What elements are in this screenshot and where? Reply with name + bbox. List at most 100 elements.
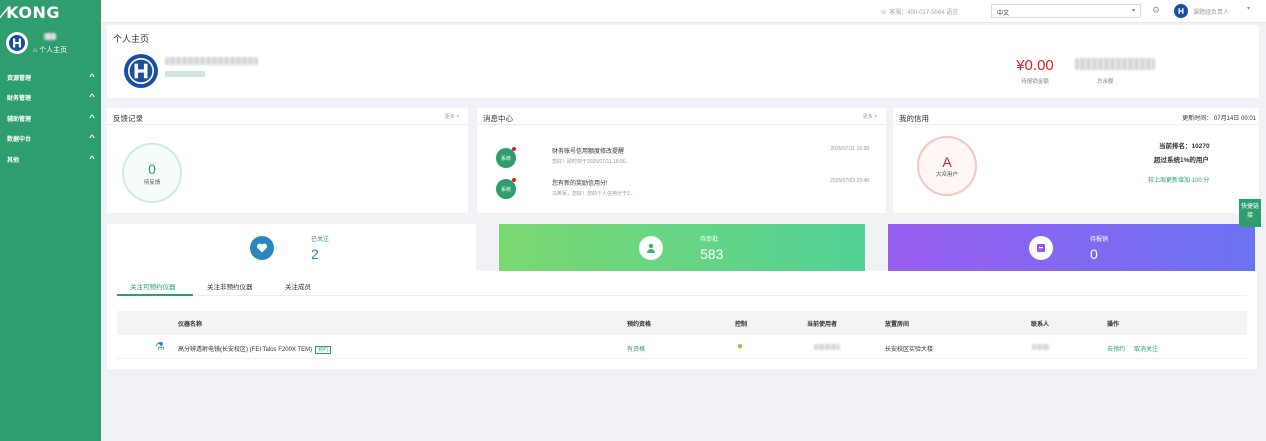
system-icon: 系统 <box>496 148 516 168</box>
stat-pending-review[interactable]: 待审批 583 <box>499 224 865 271</box>
tab-members[interactable]: 关注成员 <box>285 281 311 291</box>
message-time: 2025/07/11 16:38 <box>830 146 869 152</box>
page-title: 个人主页 <box>113 34 150 44</box>
column-header: 操作 <box>1107 322 1120 328</box>
message-item[interactable]: 系统 您有新的奖励信用分! 马英军，您好！您的个人信用分于2... 2025/0… <box>477 174 886 204</box>
card-title: 我的信用 <box>899 114 929 123</box>
stat-label: 待报销 <box>1090 237 1109 243</box>
sidebar-item-label: 财务管理 <box>7 96 32 103</box>
instrument-name-cell: 高分辨透射电镜(长安校区) (FEI Talos F200X TEM) 预约 <box>178 344 332 354</box>
service-text: 客服：400-017-5664 语言 <box>889 10 959 16</box>
instrument-name[interactable]: 高分辨透射电镜(长安校区) (FEI Talos F200X TEM) <box>178 347 312 353</box>
credit-increase: 较上周更新增加 100 分 <box>1148 178 1210 184</box>
profile-avatar <box>124 54 158 88</box>
sidebar-item-label: 个人主页 <box>39 47 68 54</box>
table-row[interactable]: ⚗ 高分辨透射电镜(长安校区) (FEI Talos F200X TEM) 预约 … <box>117 335 1247 359</box>
sidebar-item-other[interactable]: 其他 ^ <box>0 149 101 170</box>
card-title: 反馈记录 <box>113 114 143 123</box>
stat-label: 待审批 <box>700 237 719 243</box>
column-header: 控制 <box>735 322 748 328</box>
app-logo[interactable]: ⁄KONG <box>3 3 60 22</box>
message-center-card: 消息中心 更多 > 系统 财务账号信用额度修改提醒 您好！即时刻于2025/07… <box>477 108 886 213</box>
credit-grade-label: 大众用户 <box>935 172 958 178</box>
column-header: 预约资格 <box>627 322 652 328</box>
user-icon <box>639 236 663 260</box>
sidebar-item-resource[interactable]: 资源管理 ^ <box>0 67 101 88</box>
card-title: 消息中心 <box>483 114 513 123</box>
message-title: 您有新的奖励信用分! <box>552 181 608 187</box>
tab-bookable[interactable]: 关注可预约仪器 <box>130 281 176 291</box>
quick-links-button[interactable]: 快捷链接 <box>1239 199 1261 227</box>
service-hotline: ☏ 客服：400-017-5664 语言 <box>880 7 958 16</box>
user-role[interactable]: 课题组负责人 <box>1193 7 1229 16</box>
control-icon[interactable]: ● <box>737 341 743 352</box>
column-header: 放置房间 <box>885 322 910 328</box>
headset-icon: ☏ <box>880 10 888 16</box>
message-title: 财务账号信用额度修改提醒 <box>552 149 625 155</box>
balance-value: ¥0.00 <box>1016 57 1054 74</box>
sidebar-menu: 资源管理 ^ 财务管理 ^ 辅助管理 ^ 数据中台 ^ 其他 ^ <box>0 67 101 170</box>
sidebar-item-finance[interactable]: 财务管理 ^ <box>0 88 101 109</box>
profile-sub-blurred <box>165 71 205 77</box>
chevron-up-icon: ^ <box>89 135 95 143</box>
unread-dot <box>512 178 516 182</box>
stat-value: 583 <box>700 246 724 262</box>
sidebar-item-data[interactable]: 数据中台 ^ <box>0 129 101 150</box>
chevron-up-icon: ^ <box>89 114 95 122</box>
chevron-down-icon: ▾ <box>1131 8 1135 14</box>
book-link[interactable]: 去预约 <box>1107 344 1125 353</box>
credit-rank: 当前排名：10270 <box>1159 143 1210 150</box>
credit-card: 我的信用 更新时间： 07月14日 00:01 A 大众用户 当前排名：1027… <box>893 108 1259 213</box>
chevron-up-icon: ^ <box>89 94 95 102</box>
room-cell: 长安校区实验大楼 <box>885 347 934 353</box>
message-body: 马英军，您好！您的个人信用分于2... <box>552 191 634 197</box>
gear-icon[interactable]: ⚙ <box>1152 5 1160 16</box>
more-link[interactable]: 更多 > <box>863 113 877 120</box>
user-logo-icon <box>128 58 154 84</box>
column-header: 当前使用者 <box>807 322 838 328</box>
user-logo-icon <box>9 35 25 51</box>
user-name-blurred <box>44 33 56 40</box>
feedback-card: 反馈记录 更多 > 0 待反馈 <box>107 108 468 213</box>
bookable-tag: 预约 <box>315 346 332 354</box>
user-logo-icon <box>1178 8 1184 14</box>
sidebar-item-label: 数据中台 <box>7 137 32 144</box>
credit-percent: 超过系统1%的用户 <box>1154 157 1209 164</box>
language-value: 中文 <box>997 11 1010 17</box>
receipt-icon <box>1029 236 1053 260</box>
more-link[interactable]: 更多 > <box>445 113 459 120</box>
profile-name-blurred <box>165 57 258 65</box>
feedback-count-circle[interactable]: 0 待反馈 <box>122 143 182 203</box>
stat-value: 2 <box>311 246 319 262</box>
top-bar: ☏ 客服：400-017-5664 语言 中文 ▾ ⚙ 课题组负责人 ▾ <box>101 0 1266 23</box>
tab-non-bookable[interactable]: 关注非预约仪器 <box>207 281 253 291</box>
caret-down-icon[interactable]: ▾ <box>1247 5 1250 12</box>
card-header: 我的信用 更新时间： 07月14日 00:01 <box>893 108 1259 125</box>
stat-followed[interactable]: 已关注 2 <box>107 224 476 271</box>
stat-value: 0 <box>1090 246 1098 262</box>
sidebar-item-assist[interactable]: 辅助管理 ^ <box>0 108 101 129</box>
chevron-up-icon: ^ <box>89 155 95 163</box>
message-item[interactable]: 系统 财务账号信用额度修改提醒 您好！即时刻于2025/07/11 16:56.… <box>477 143 886 173</box>
card-header: 消息中心 更多 > <box>477 108 886 125</box>
avatar[interactable] <box>6 32 28 54</box>
unread-dot <box>512 147 516 151</box>
total-balance-blurred <box>1075 58 1155 70</box>
heart-icon <box>250 236 274 260</box>
credit-grade-circle: A 大众用户 <box>917 136 977 196</box>
card-header: 反馈记录 更多 > <box>107 108 468 125</box>
sidebar-item-home[interactable]: ⌂ 个人主页 <box>33 45 67 55</box>
system-icon: 系统 <box>496 179 516 199</box>
contact-blurred <box>1032 344 1050 350</box>
language-select[interactable]: 中文 ▾ <box>991 4 1141 18</box>
profile-panel: 个人主页 ¥0.00 待报销金额 总余额 <box>107 25 1259 98</box>
stat-label: 已关注 <box>311 237 330 243</box>
microscope-icon: ⚗ <box>155 341 165 353</box>
column-header: 联系人 <box>1031 322 1050 328</box>
message-time: 2025/07/03 23:48 <box>830 178 869 184</box>
credit-update-time: 更新时间： 07月14日 00:01 <box>1182 116 1256 122</box>
stat-pending-reimburse[interactable]: 待报销 0 <box>888 224 1255 271</box>
unfollow-link[interactable]: 取消关注 <box>1134 344 1158 353</box>
sidebar: ⁄KONG ⌂ 个人主页 资源管理 ^ 财务管理 ^ 辅助管理 ^ 数据中台 ^ 其他 ^ <box>0 0 101 441</box>
user-avatar[interactable] <box>1174 4 1188 18</box>
